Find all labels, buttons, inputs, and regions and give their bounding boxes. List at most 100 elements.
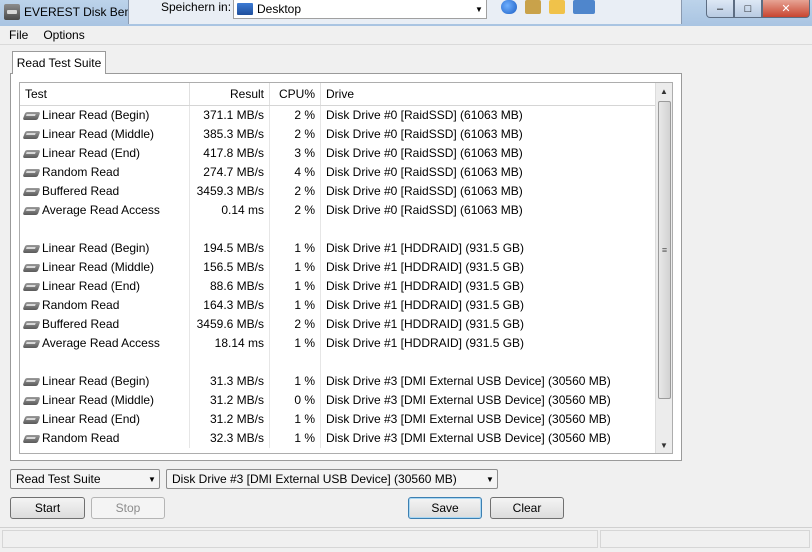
cell-result: 31.2 MB/s — [190, 391, 270, 410]
table-row[interactable]: Linear Read (Middle) 156.5 MB/s 1 % Disk Dr… — [20, 258, 656, 277]
cell-drive: Disk Drive #0 [RaidSSD] (61063 MB) — [321, 125, 656, 144]
table-row[interactable]: Random Read 32.3 MB/s 1 % Disk Drive #3 [DM… — [20, 429, 656, 448]
start-button[interactable]: Start — [10, 497, 85, 519]
hard-disk-icon — [22, 130, 41, 139]
cell-test: Linear Read (Middle) — [20, 125, 190, 144]
table-spacer-row — [20, 220, 656, 239]
cell-test: Random Read — [20, 429, 190, 448]
cell-drive: Disk Drive #3 [DMI External USB Device] … — [321, 372, 656, 391]
scroll-down-icon[interactable]: ▼ — [656, 437, 672, 453]
hard-disk-icon — [22, 301, 41, 310]
cell-cpu: 2 % — [270, 182, 321, 201]
cell-cpu: 4 % — [270, 163, 321, 182]
cell-test-label: Buffered Read — [42, 184, 120, 198]
close-button[interactable]: ✕ — [762, 0, 810, 18]
table-row[interactable]: Linear Read (Begin) 31.3 MB/s 1 % Disk Driv… — [20, 372, 656, 391]
cell-result: 88.6 MB/s — [190, 277, 270, 296]
background-save-dialog: Speichern in: Desktop ▼ — [128, 0, 682, 24]
cell-result: 274.7 MB/s — [190, 163, 270, 182]
chevron-down-icon[interactable]: ▼ — [145, 475, 159, 484]
chevron-down-icon[interactable]: ▼ — [483, 475, 497, 484]
menu-options[interactable]: Options — [37, 28, 90, 42]
scroll-up-icon[interactable]: ▲ — [656, 83, 672, 99]
cell-drive: Disk Drive #0 [RaidSSD] (61063 MB) — [321, 106, 656, 125]
cell-test-label: Linear Read (Middle) — [42, 127, 155, 141]
maximize-button[interactable]: □ — [734, 0, 762, 18]
cell-drive: Disk Drive #3 [DMI External USB Device] … — [321, 429, 656, 448]
table-row[interactable]: Linear Read (Middle) 385.3 MB/s 2 % Disk Dr… — [20, 125, 656, 144]
cell-drive — [321, 220, 656, 239]
clear-button[interactable]: Clear — [490, 497, 564, 519]
hard-disk-icon — [22, 282, 41, 291]
table-row[interactable]: Linear Read (End) 31.2 MB/s 1 % Disk Drive … — [20, 410, 656, 429]
table-row[interactable]: Linear Read (End) 417.8 MB/s 3 % Disk Drive… — [20, 144, 656, 163]
minimize-button[interactable]: – — [706, 0, 734, 18]
tab-read-test-suite[interactable]: Read Test Suite — [12, 51, 106, 74]
cell-test: Linear Read (End) — [20, 144, 190, 163]
cell-cpu: 1 % — [270, 429, 321, 448]
table-row[interactable]: Buffered Read 3459.3 MB/s 2 % Disk Drive #0… — [20, 182, 656, 201]
cell-cpu: 1 % — [270, 410, 321, 429]
hard-disk-icon — [22, 206, 41, 215]
cell-drive: Disk Drive #0 [RaidSSD] (61063 MB) — [321, 144, 656, 163]
back-icon[interactable] — [501, 0, 517, 14]
hard-disk-icon — [22, 244, 41, 253]
cell-cpu: 1 % — [270, 258, 321, 277]
cell-test: Linear Read (Middle) — [20, 258, 190, 277]
header-drive[interactable]: Drive — [321, 83, 656, 105]
cell-result: 3459.3 MB/s — [190, 182, 270, 201]
cell-drive: Disk Drive #0 [RaidSSD] (61063 MB) — [321, 182, 656, 201]
hard-disk-icon — [22, 415, 41, 424]
cell-cpu: 2 % — [270, 125, 321, 144]
cell-test-label: Random Read — [42, 165, 120, 179]
header-test[interactable]: Test — [20, 83, 190, 105]
hard-disk-icon — [22, 111, 41, 120]
cell-cpu: 0 % — [270, 391, 321, 410]
cell-test: Linear Read (Begin) — [20, 239, 190, 258]
table-row[interactable]: Average Read Access 0.14 ms 2 % Disk Drive … — [20, 201, 656, 220]
hard-disk-icon — [22, 263, 41, 272]
location-combo[interactable]: Desktop ▼ — [233, 0, 487, 19]
table-row[interactable]: Linear Read (Middle) 31.2 MB/s 0 % Disk Dri… — [20, 391, 656, 410]
status-bar — [0, 527, 812, 552]
header-result[interactable]: Result — [190, 83, 270, 105]
status-segment — [2, 530, 598, 548]
stop-button[interactable]: Stop — [91, 497, 165, 519]
table-row[interactable]: Linear Read (Begin) 194.5 MB/s 1 % Disk Dri… — [20, 239, 656, 258]
menu-file[interactable]: File — [3, 28, 34, 42]
cell-test: Linear Read (Begin) — [20, 106, 190, 125]
view-menu-icon[interactable] — [573, 0, 595, 14]
cell-cpu: 1 % — [270, 372, 321, 391]
vertical-scrollbar[interactable]: ▲ ≡ ▼ — [655, 83, 672, 453]
table-row[interactable]: Average Read Access 18.14 ms 1 % Disk Drive… — [20, 334, 656, 353]
drive-select[interactable]: Disk Drive #3 [DMI External USB Device] … — [166, 469, 498, 489]
table-row[interactable]: Linear Read (Begin) 371.1 MB/s 2 % Disk Dri… — [20, 106, 656, 125]
window-controls: – □ ✕ — [706, 0, 812, 18]
table-row[interactable]: Random Read 274.7 MB/s 4 % Disk Drive #0 [R… — [20, 163, 656, 182]
cell-drive: Disk Drive #1 [HDDRAID] (931.5 GB) — [321, 334, 656, 353]
up-folder-icon[interactable] — [525, 0, 541, 14]
suite-select[interactable]: Read Test Suite ▼ — [10, 469, 160, 489]
cell-result: 31.2 MB/s — [190, 410, 270, 429]
chevron-down-icon[interactable]: ▼ — [472, 5, 486, 14]
header-cpu[interactable]: CPU% — [270, 83, 321, 105]
cell-test: Buffered Read — [20, 315, 190, 334]
hard-disk-icon — [22, 187, 41, 196]
menu-bar: File Options — [0, 26, 812, 45]
table-row[interactable]: Random Read 164.3 MB/s 1 % Disk Drive #1 [H… — [20, 296, 656, 315]
table-row[interactable]: Buffered Read 3459.6 MB/s 2 % Disk Drive #1… — [20, 315, 656, 334]
cell-test-label: Average Read Access — [42, 336, 160, 350]
cell-test: Random Read — [20, 163, 190, 182]
table-row[interactable]: Linear Read (End) 88.6 MB/s 1 % Disk Drive … — [20, 277, 656, 296]
cell-result: 164.3 MB/s — [190, 296, 270, 315]
cell-test: Linear Read (Begin) — [20, 372, 190, 391]
cell-drive — [321, 353, 656, 372]
hard-disk-icon — [22, 377, 41, 386]
cell-drive: Disk Drive #3 [DMI External USB Device] … — [321, 410, 656, 429]
scroll-thumb[interactable]: ≡ — [658, 101, 671, 399]
cell-test — [20, 353, 190, 372]
cell-cpu: 1 % — [270, 296, 321, 315]
new-folder-icon[interactable] — [549, 0, 565, 14]
cell-test: Linear Read (End) — [20, 410, 190, 429]
save-button[interactable]: Save — [408, 497, 482, 519]
